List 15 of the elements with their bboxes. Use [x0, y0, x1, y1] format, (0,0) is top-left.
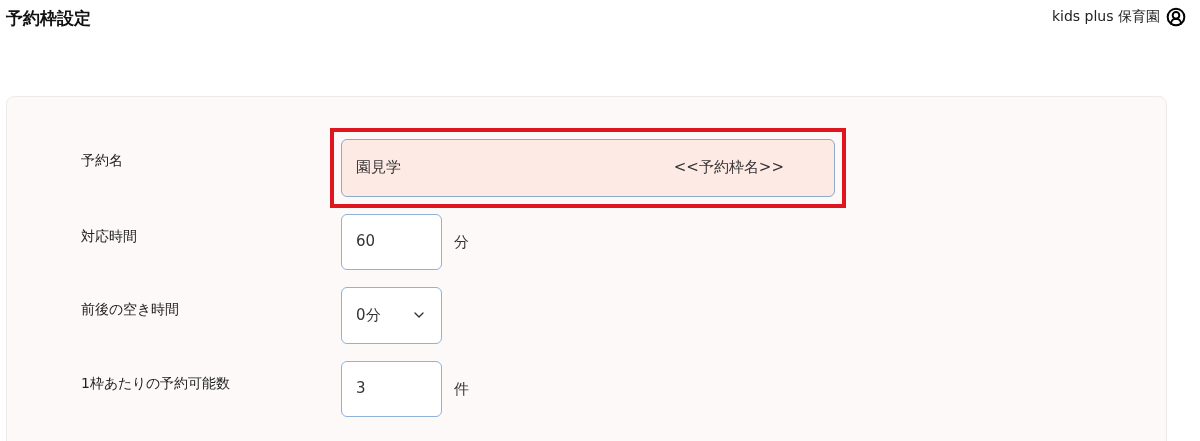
account-name: kids plus 保育園	[1051, 7, 1160, 26]
field-tag: <<予約枠名>>	[673, 156, 784, 179]
unit-label: 分	[454, 232, 469, 254]
field-label: 前後の空き時間	[81, 299, 180, 319]
number-field[interactable]: 60	[341, 213, 442, 270]
unit-label: 件	[454, 379, 469, 401]
number-field[interactable]: 3	[341, 360, 442, 417]
select-field[interactable]: 0分	[341, 286, 442, 344]
field-value: 園見学	[356, 157, 401, 179]
field-label: 対応時間	[81, 226, 138, 246]
user-icon[interactable]	[1166, 6, 1186, 27]
name-field[interactable]: 園見学 <<予約枠名>>	[341, 138, 835, 197]
page-title: 予約枠設定	[6, 7, 91, 30]
field-label: 予約名	[81, 150, 124, 170]
field-label: 1枠あたりの予約可能数	[81, 373, 231, 393]
